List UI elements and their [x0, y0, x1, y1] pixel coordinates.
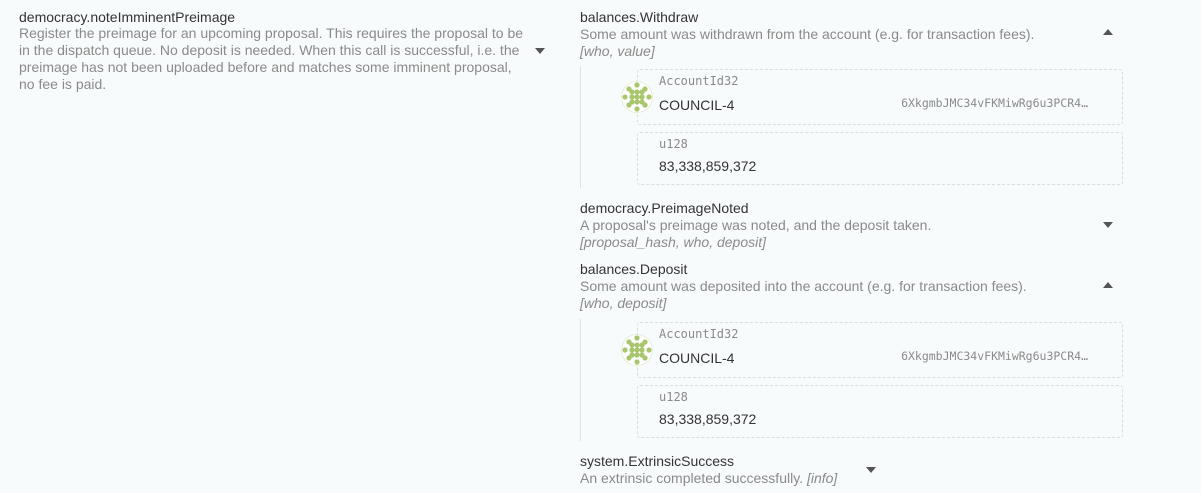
event-title: balances.Withdraw: [580, 9, 699, 25]
event-details-deposit: AccountId32 COUNCIL-4 6XkgmbJMC34vFKMiwR…: [580, 319, 1125, 441]
account-name: COUNCIL-4: [659, 97, 735, 113]
event-title: balances.Deposit: [580, 261, 688, 277]
amount-field[interactable]: u128 83,338,859,372: [637, 385, 1123, 438]
event-system-extrinsicsuccess[interactable]: system.ExtrinsicSuccess An extrinsic com…: [580, 453, 1125, 487]
account-address: 6XkgmbJMC34vFKMiwRg6u3PCR4…: [901, 96, 1088, 110]
event-description: A proposal's preimage was noted, and the…: [580, 217, 932, 233]
event-details-withdraw: AccountId32 COUNCIL-4 6XkgmbJMC34vFKMiwR…: [580, 66, 1125, 188]
call-description: Register the preimage for an upcoming pr…: [19, 25, 524, 92]
event-balances-withdraw[interactable]: balances.Withdraw Some amount was withdr…: [580, 9, 1125, 60]
extrinsic-detail-view: democracy.noteImminentPreimage Register …: [0, 0, 1201, 493]
field-type: AccountId32: [659, 74, 739, 88]
call-title: democracy.noteImminentPreimage: [19, 9, 236, 25]
collapse-event-chevron-up-icon[interactable]: [1103, 282, 1113, 288]
amount-field[interactable]: u128 83,338,859,372: [637, 132, 1123, 185]
expand-event-chevron-down-icon[interactable]: [1103, 222, 1113, 228]
event-description: Some amount was deposited into the accou…: [580, 278, 1027, 294]
event-description-line: An extrinsic completed successfully. [in…: [580, 470, 1125, 487]
account-name: COUNCIL-4: [659, 350, 735, 366]
event-params: [info]: [806, 470, 838, 486]
event-params: [proposal_hash, who, deposit]: [580, 234, 767, 250]
event-title: democracy.PreimageNoted: [580, 200, 749, 216]
event-democracy-preimagenoted[interactable]: democracy.PreimageNoted A proposal's pre…: [580, 200, 1125, 251]
amount-value: 83,338,859,372: [659, 158, 757, 174]
amount-value: 83,338,859,372: [659, 411, 757, 427]
event-description: Some amount was withdrawn from the accou…: [580, 26, 1035, 42]
account-field[interactable]: AccountId32 COUNCIL-4 6XkgmbJMC34vFKMiwR…: [637, 69, 1123, 125]
field-type: AccountId32: [659, 327, 739, 341]
call-section[interactable]: democracy.noteImminentPreimage Register …: [19, 9, 524, 93]
identicon-icon[interactable]: [621, 334, 653, 366]
event-params: [who, value]: [580, 43, 655, 59]
expand-event-chevron-down-icon[interactable]: [866, 467, 876, 473]
field-type: u128: [659, 390, 688, 404]
event-balances-deposit[interactable]: balances.Deposit Some amount was deposit…: [580, 261, 1125, 312]
account-field[interactable]: AccountId32 COUNCIL-4 6XkgmbJMC34vFKMiwR…: [637, 322, 1123, 378]
event-params: [who, deposit]: [580, 295, 667, 311]
event-description: An extrinsic completed successfully.: [580, 470, 804, 486]
event-title: system.ExtrinsicSuccess: [580, 453, 735, 469]
field-type: u128: [659, 137, 688, 151]
identicon-icon[interactable]: [621, 81, 653, 113]
expand-call-chevron-down-icon[interactable]: [535, 48, 545, 54]
account-address: 6XkgmbJMC34vFKMiwRg6u3PCR4…: [901, 349, 1088, 363]
collapse-event-chevron-up-icon[interactable]: [1103, 29, 1113, 35]
